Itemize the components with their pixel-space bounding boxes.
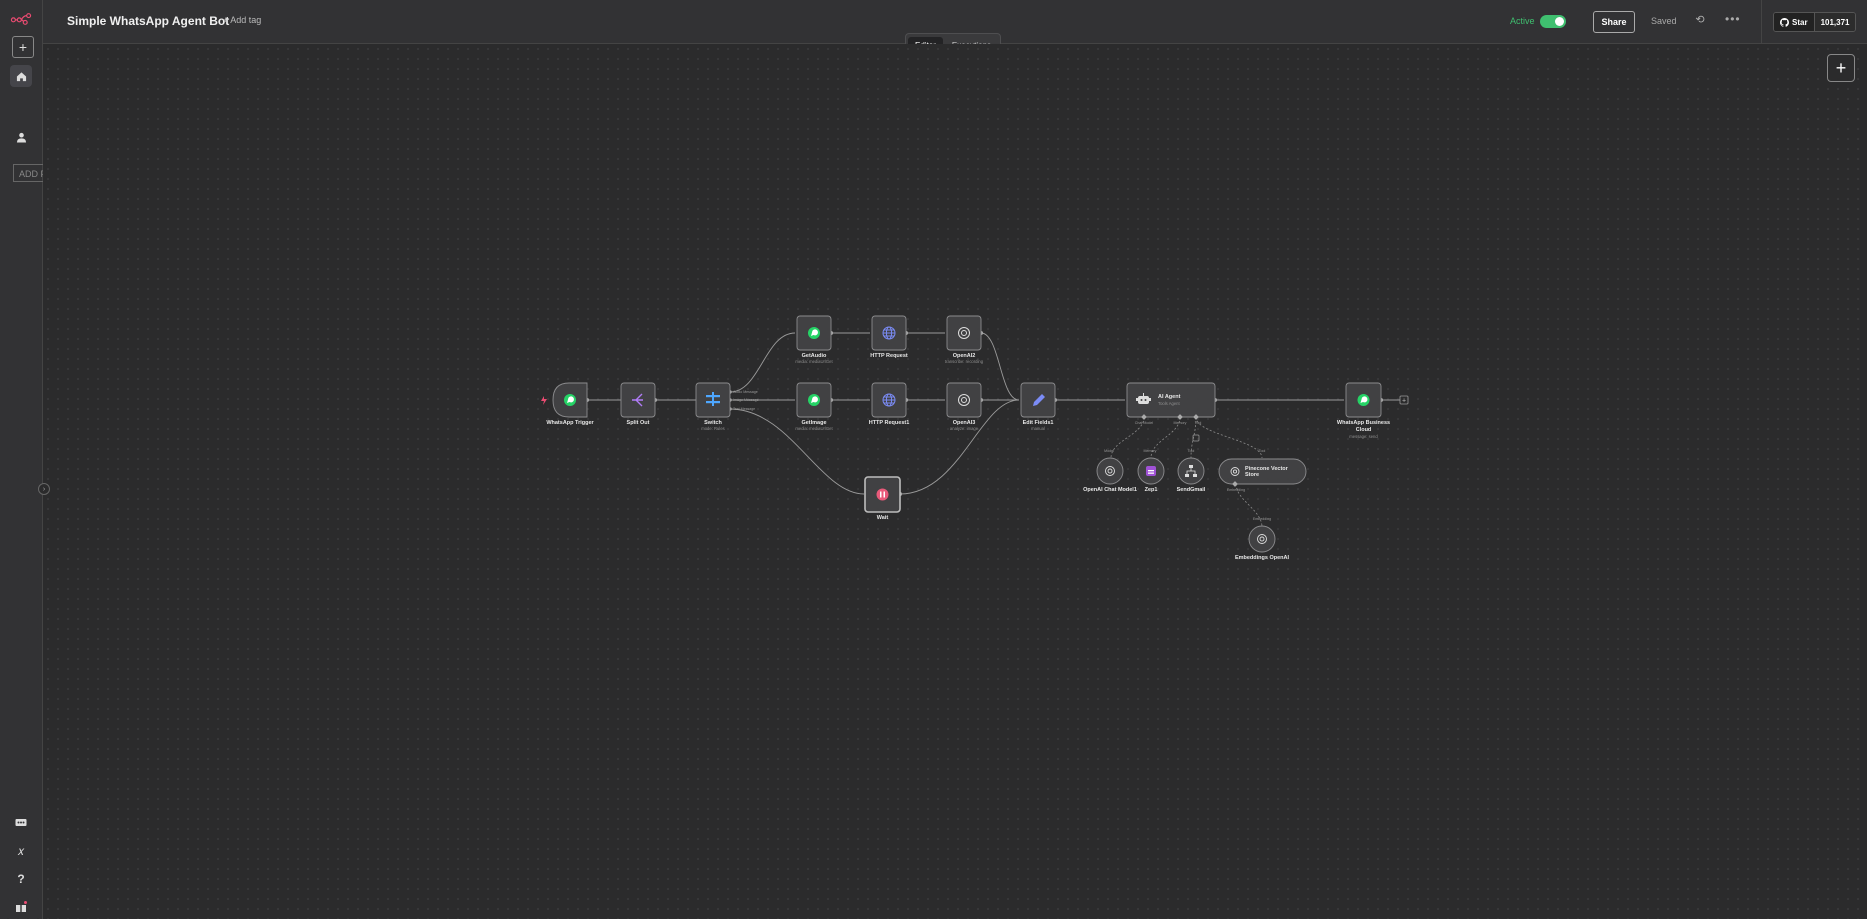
node-subtitle: media: mediaUrlGet: [795, 426, 833, 431]
node-title: SendGmail: [1177, 487, 1206, 493]
node-embeddings-openai[interactable]: Embedding Embeddings OpenAI: [1235, 517, 1290, 561]
node-getaudio[interactable]: GetAudio media: mediaUrlGet: [795, 315, 833, 364]
node-title: HTTP Request1: [869, 420, 910, 426]
node-title: WhatsApp Trigger: [546, 420, 594, 426]
node-title: Embeddings OpenAI: [1235, 555, 1290, 561]
node-whatsapp-business-cloud[interactable]: WhatsApp Business Cloud message: send: [1337, 382, 1390, 439]
agent-port-label: Memory: [1174, 421, 1187, 425]
pause-icon: [876, 488, 889, 501]
node-subtitle: transcribe: recording: [945, 359, 984, 364]
node-subtitle: analyze: image: [950, 426, 979, 431]
sub-port-label: Tool: [1259, 449, 1266, 453]
node-openai3[interactable]: OpenAI3 analyze: image: [946, 382, 982, 431]
output-plus-endpoint[interactable]: +: [1399, 395, 1409, 405]
node-sendgmail[interactable]: Tool SendGmail: [1177, 449, 1206, 493]
node-pinecone-vector-store[interactable]: Tool Pinecone Vector Store Embedding: [1218, 449, 1307, 492]
node-title-line2: Cloud: [1356, 427, 1372, 433]
agent-port-label: Tool: [1195, 421, 1202, 425]
node-title-line2: Store: [1245, 472, 1259, 478]
workflow-graph: + WhatsApp Trigger Split Out Audio Messa…: [541, 315, 1409, 561]
node-wait[interactable]: Wait: [864, 476, 901, 521]
node-split-out[interactable]: Split Out: [620, 382, 656, 426]
node-http-request1[interactable]: HTTP Request1: [869, 382, 910, 426]
node-title: AI Agent: [1158, 394, 1181, 400]
sub-port-label: Model: [1104, 449, 1114, 453]
node-title: WhatsApp Business: [1337, 420, 1390, 426]
svg-text:+: +: [1402, 398, 1406, 405]
node-title: HTTP Request: [870, 353, 908, 359]
node-title: Split Out: [627, 420, 650, 426]
node-switch[interactable]: Audio Message Image Message Text Message…: [695, 382, 759, 431]
node-ai-agent[interactable]: AI Agent Tools Agent Chat Model Memory T…: [1126, 382, 1216, 442]
node-subtitle: message: send: [1349, 434, 1378, 439]
node-whatsapp-trigger[interactable]: WhatsApp Trigger: [541, 382, 595, 426]
node-subtitle: mode: Rules: [701, 426, 725, 431]
node-edit-fields1[interactable]: Edit Fields1 manual: [1020, 382, 1056, 431]
node-title: Zep1: [1145, 487, 1158, 493]
bolt-icon: [541, 396, 547, 405]
whatsapp-icon: [1357, 394, 1370, 406]
switch-output-label: Text Message: [733, 407, 755, 411]
agent-port-label: Chat Model: [1135, 421, 1154, 425]
whatsapp-icon: [808, 394, 820, 406]
node-subtitle: Tools Agent: [1158, 401, 1180, 406]
zep-icon: [1146, 466, 1156, 476]
node-title: Wait: [877, 515, 889, 521]
sub-port-label: Tool: [1188, 449, 1195, 453]
node-subtitle: manual: [1031, 426, 1045, 431]
sub-port-label: Embedding: [1227, 488, 1245, 492]
sub-port-label: Memory: [1144, 449, 1157, 453]
node-http-request[interactable]: HTTP Request: [870, 315, 908, 359]
node-subtitle: media: mediaUrlGet: [795, 359, 833, 364]
node-title: OpenAI Chat Model1: [1083, 487, 1137, 493]
node-getimage[interactable]: GetImage media: mediaUrlGet: [795, 382, 833, 431]
node-openai-chat-model1[interactable]: Model OpenAI Chat Model1: [1083, 449, 1137, 493]
whatsapp-icon: [808, 327, 820, 339]
switch-output-label: Image Message: [733, 398, 759, 402]
sub-port-label: Embedding: [1253, 517, 1271, 521]
whatsapp-icon: [564, 394, 576, 406]
switch-output-label: Audio Message: [733, 390, 758, 394]
node-openai2[interactable]: OpenAI2 transcribe: recording: [945, 315, 984, 364]
